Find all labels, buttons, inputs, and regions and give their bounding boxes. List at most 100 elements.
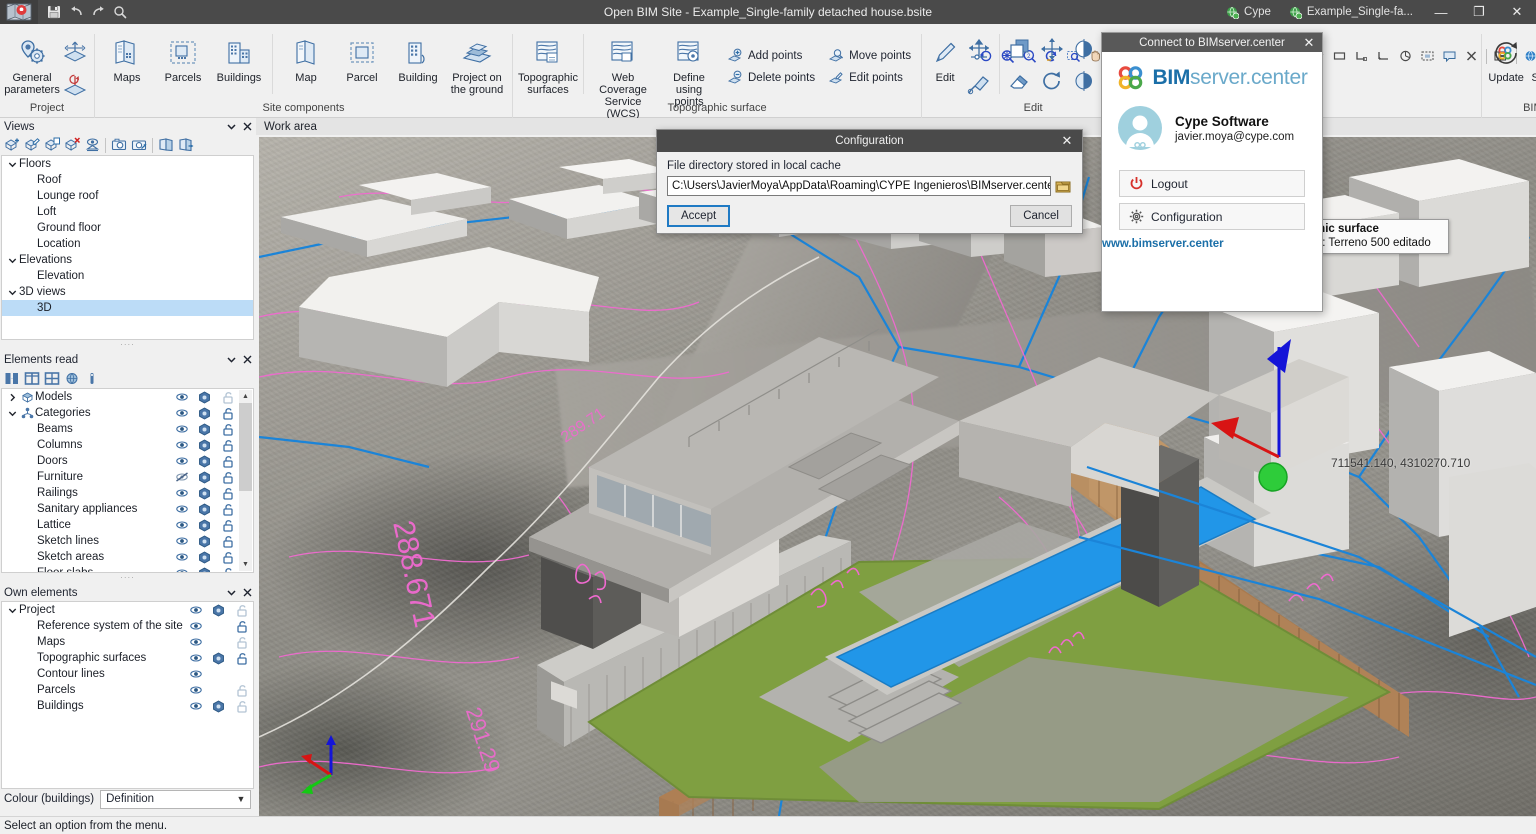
- unlock-icon[interactable]: [230, 698, 253, 714]
- unlock-icon[interactable]: [216, 437, 239, 453]
- tree-item-floors[interactable]: Floors: [2, 156, 253, 172]
- update-button[interactable]: Update: [1486, 34, 1526, 98]
- parcels-button[interactable]: Parcels: [155, 34, 211, 98]
- scrollbar-thumb[interactable]: [239, 403, 252, 491]
- buildings-button[interactable]: Buildings: [211, 34, 267, 98]
- redo-icon[interactable]: [88, 2, 108, 22]
- render-mode-icon[interactable]: [193, 485, 216, 501]
- bimserver-website-link[interactable]: www.bimserver.center: [1102, 238, 1224, 250]
- render-mode-icon[interactable]: [193, 389, 216, 405]
- parcel-button[interactable]: Parcel: [334, 34, 390, 98]
- tree-item-roof[interactable]: Roof: [2, 172, 253, 188]
- visibility-icon[interactable]: [184, 618, 207, 634]
- close-button[interactable]: ✕: [1498, 0, 1536, 24]
- elements-read-scrollbar[interactable]: ▲ ▼: [239, 390, 252, 571]
- tree-item-ground-floor[interactable]: Ground floor: [2, 220, 253, 236]
- tree-item-doors[interactable]: Doors: [2, 453, 239, 469]
- chevron-down-icon[interactable]: [223, 585, 239, 601]
- render-mode-icon[interactable]: [207, 650, 230, 666]
- visibility-icon[interactable]: [184, 602, 207, 618]
- restore-button[interactable]: ❐: [1460, 0, 1498, 24]
- tree-item-maps[interactable]: Maps: [2, 634, 253, 650]
- unlock-icon[interactable]: [230, 634, 253, 650]
- own-elements-tree[interactable]: Project Reference system of the site Maps T…: [1, 601, 254, 789]
- render-mode-icon[interactable]: [193, 405, 216, 421]
- tree-item-contour-lines[interactable]: Contour lines: [2, 666, 253, 682]
- camera-apply-icon[interactable]: [129, 136, 149, 155]
- unlock-icon[interactable]: [230, 650, 253, 666]
- unlock-icon[interactable]: [230, 602, 253, 618]
- book-open-icon[interactable]: [176, 136, 196, 155]
- tree-item-buildings[interactable]: Buildings: [2, 698, 253, 714]
- tree-item-furniture[interactable]: Furniture: [2, 469, 239, 485]
- save-icon[interactable]: [44, 2, 64, 22]
- unlock-icon[interactable]: [216, 549, 239, 565]
- copy-view-icon[interactable]: [42, 136, 62, 155]
- tree-item-beams[interactable]: Beams: [2, 421, 239, 437]
- maps-button[interactable]: Maps: [99, 34, 155, 98]
- globe-small-icon[interactable]: [62, 369, 82, 388]
- add-view-icon[interactable]: [2, 136, 22, 155]
- mirror-icon[interactable]: [1069, 66, 1099, 96]
- unlock-icon[interactable]: [216, 501, 239, 517]
- configuration-button[interactable]: Configuration: [1119, 203, 1305, 230]
- cancel-button[interactable]: Cancel: [1010, 205, 1072, 227]
- chevron-down-icon[interactable]: [6, 256, 19, 265]
- visibility-icon[interactable]: [170, 389, 193, 405]
- tree-item-lounge-roof[interactable]: Lounge roof: [2, 188, 253, 204]
- tree-item-railings[interactable]: Railings: [2, 485, 239, 501]
- map-button[interactable]: Map: [278, 34, 334, 98]
- book-icon[interactable]: [156, 136, 176, 155]
- mirror-copy-icon[interactable]: [1069, 34, 1099, 64]
- taskbar-item-example[interactable]: Example_Single-fa...: [1280, 0, 1422, 24]
- render-mode-icon[interactable]: [193, 437, 216, 453]
- chevron-right-icon[interactable]: [6, 393, 19, 402]
- unlock-icon[interactable]: [216, 421, 239, 437]
- move-icon[interactable]: [1037, 34, 1067, 64]
- delete-view-icon[interactable]: [62, 136, 82, 155]
- taskbar-item-cype[interactable]: Cype: [1217, 0, 1280, 24]
- building-button[interactable]: Building: [390, 34, 446, 98]
- render-mode-icon[interactable]: [193, 517, 216, 533]
- split-h-icon[interactable]: [2, 369, 22, 388]
- move-node-icon[interactable]: [964, 36, 994, 66]
- visibility-icon[interactable]: [170, 501, 193, 517]
- render-mode-icon[interactable]: [193, 501, 216, 517]
- tree-item-elevations[interactable]: Elevations: [2, 252, 253, 268]
- chevron-down-icon[interactable]: [223, 119, 239, 135]
- tree-item-sketch-lines[interactable]: Sketch lines: [2, 533, 239, 549]
- move-points-button[interactable]: Move points: [825, 45, 917, 67]
- unlock-icon[interactable]: [216, 485, 239, 501]
- unlock-icon[interactable]: [216, 517, 239, 533]
- edit-view-icon[interactable]: [22, 136, 42, 155]
- unlock-icon[interactable]: [216, 405, 239, 421]
- tree-item-reference-system-of-the-site[interactable]: Reference system of the site: [2, 618, 253, 634]
- colour-buildings-select[interactable]: Definition ▼: [100, 789, 251, 809]
- axes-rotate-icon[interactable]: [60, 70, 90, 100]
- views-tree[interactable]: Floors Roof Lounge roof Loft Ground floor Loc…: [1, 155, 254, 340]
- visibility-icon[interactable]: [170, 405, 193, 421]
- visibility-icon[interactable]: [170, 485, 193, 501]
- tree-item-floor-slabs[interactable]: Floor slabs: [2, 565, 239, 572]
- unlock-icon[interactable]: [230, 618, 253, 634]
- share-button[interactable]: Share: [1526, 34, 1536, 98]
- close-icon[interactable]: [239, 352, 255, 368]
- edit-points-button[interactable]: Edit points: [825, 67, 917, 89]
- grid-view-icon[interactable]: [42, 369, 62, 388]
- file-directory-input[interactable]: C:\Users\JavierMoya\AppData\Roaming\CYPE…: [667, 176, 1051, 196]
- 3d-viewport[interactable]: 288.671 291.29 289.71 711541.140, 431027…: [259, 137, 1536, 816]
- elements-read-tree[interactable]: Models Categories Beams Columns Doors Furnitu…: [1, 388, 254, 573]
- tree-item-models[interactable]: Models: [2, 389, 239, 405]
- tab-work-area[interactable]: Work area: [256, 118, 325, 135]
- unlock-icon[interactable]: [216, 533, 239, 549]
- paintbrush-icon[interactable]: [964, 68, 994, 98]
- add-points-button[interactable]: Add points: [724, 45, 821, 67]
- tree-item-topographic-surfaces[interactable]: Topographic surfaces: [2, 650, 253, 666]
- tree-item-sanitary-appliances[interactable]: Sanitary appliances: [2, 501, 239, 517]
- unlock-icon[interactable]: [216, 389, 239, 405]
- unlock-icon[interactable]: [216, 469, 239, 485]
- render-mode-icon[interactable]: [207, 698, 230, 714]
- erase-icon[interactable]: [1005, 66, 1035, 96]
- unlock-icon[interactable]: [230, 682, 253, 698]
- split-v-icon[interactable]: [22, 369, 42, 388]
